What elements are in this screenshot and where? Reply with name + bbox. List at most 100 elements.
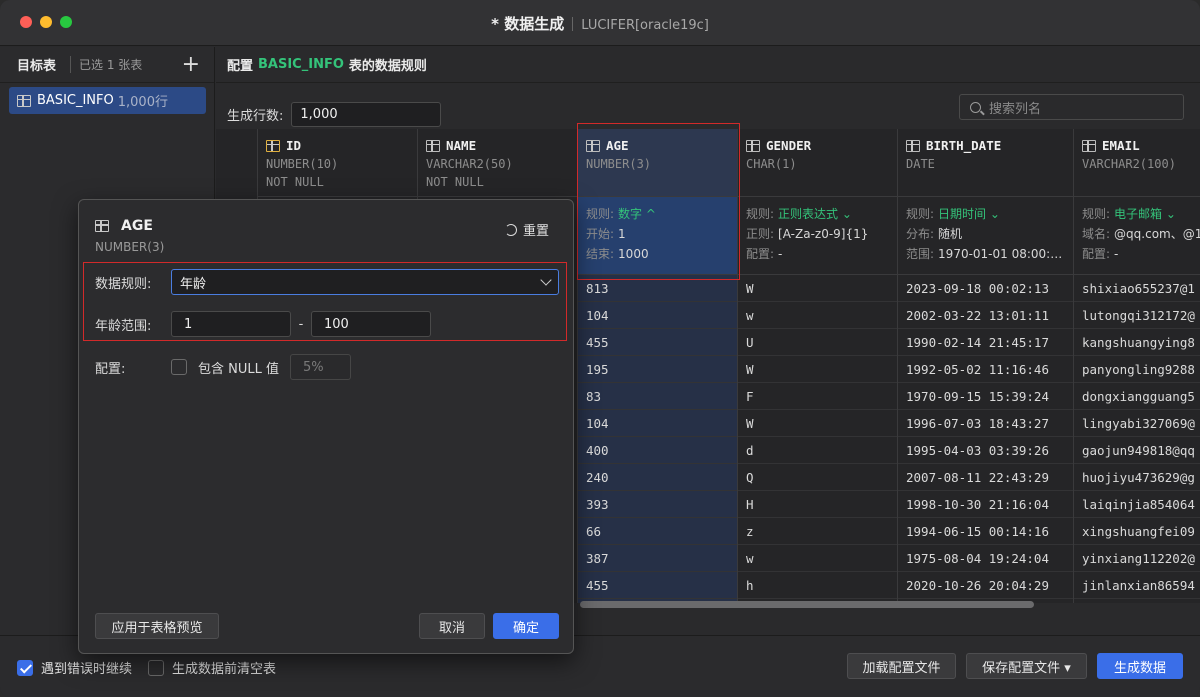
rule-value[interactable]: 数字 ^ <box>618 207 656 221</box>
table-cell: U <box>738 329 897 356</box>
rule-line: 正则: [A-Za-z0-9]{1} <box>746 224 889 244</box>
title-separator <box>572 17 574 31</box>
app-window: * 数据生成 LUCIFER[oracle19c] 目标表 已选 1 张表 + B… <box>0 0 1200 697</box>
include-null-checkbox[interactable] <box>171 359 187 375</box>
rule-line: 配置: - <box>1082 244 1200 264</box>
table-cell: huojiyu473629@g <box>1074 464 1200 491</box>
column-nullable: NOT NULL <box>426 175 484 189</box>
column-icon <box>586 139 600 152</box>
rule-key: 配置: <box>1082 247 1111 261</box>
table-cell: 104 <box>578 410 737 437</box>
column-type: VARCHAR2(100) <box>1082 157 1176 171</box>
rule-value: 1000 <box>618 247 649 261</box>
cancel-button[interactable]: 取消 <box>419 613 485 639</box>
rule-select-value: 年龄 <box>180 276 207 292</box>
window-title-text: * 数据生成 <box>491 15 565 33</box>
generate-data-button[interactable]: 生成数据 <box>1097 653 1183 679</box>
rule-line: 分布: 随机 <box>906 224 1065 244</box>
reset-button[interactable]: 重置 <box>504 220 549 239</box>
table-cell: Q <box>738 464 897 491</box>
rule-key: 分布: <box>906 227 935 241</box>
rule-key: 开始: <box>586 227 615 241</box>
range-from-input[interactable]: 1 <box>171 311 291 337</box>
column-type: NUMBER(10) <box>266 157 339 171</box>
column-icon <box>906 139 920 152</box>
row-count-setting: 生成行数: 1,000 <box>227 102 442 127</box>
rule-line: 配置: - <box>746 244 889 264</box>
rule-key: 正则: <box>746 227 775 241</box>
table-cell: F <box>738 383 897 410</box>
dialog-title: AGE <box>95 218 153 234</box>
column-icon <box>426 139 440 152</box>
rule-line: 结束: 1000 <box>586 244 729 264</box>
continue-on-error-option[interactable]: 遇到错误时继续 <box>17 658 132 677</box>
rule-line: 开始: 1 <box>586 224 729 244</box>
add-table-icon[interactable]: + <box>182 53 200 75</box>
continue-on-error-checkbox[interactable] <box>17 659 33 676</box>
table-icon <box>17 94 31 107</box>
column-name: BIRTH_DATE <box>926 138 1002 153</box>
rule-key: 规则: <box>586 207 615 221</box>
load-config-button[interactable]: 加载配置文件 <box>847 653 956 679</box>
table-cell: laiqinjia854064 <box>1074 491 1200 518</box>
column-rule-summary[interactable]: 规则: 数字 ^ 开始: 1 结束: 1000 <box>578 197 737 275</box>
column-email[interactable]: EMAIL VARCHAR2(100) 规则: 电子邮箱 ⌄ 域名: @qq.com、… <box>1074 129 1200 603</box>
column-type: NUMBER(3) <box>586 157 652 171</box>
column-header[interactable]: AGE NUMBER(3) <box>578 129 737 197</box>
range-label: 年龄范围: <box>95 318 152 334</box>
rule-key: 规则: <box>906 207 935 221</box>
config-header-prefix: 配置 <box>227 59 254 74</box>
table-cell: 1990-02-14 21:45:17 <box>898 329 1073 356</box>
column-gender[interactable]: GENDER CHAR(1) 规则: 正则表达式 ⌄ 正则: [A-Za-z0-9]{… <box>738 129 898 603</box>
column-birth-date[interactable]: BIRTH_DATE DATE 规则: 日期时间 ⌄ 分布: 随机 范围: 1970-01… <box>898 129 1074 603</box>
row-count-input[interactable]: 1,000 <box>291 102 442 127</box>
rule-value[interactable]: 电子邮箱 ⌄ <box>1114 207 1176 221</box>
column-nullable: NOT NULL <box>266 175 324 189</box>
column-rule-summary[interactable]: 规则: 日期时间 ⌄ 分布: 随机 范围: 1970-01-01 08:00:… <box>898 197 1073 275</box>
clear-before-checkbox[interactable] <box>148 659 164 676</box>
column-rule-summary[interactable]: 规则: 电子邮箱 ⌄ 域名: @qq.com、@1 配置: - <box>1074 197 1200 275</box>
table-cell: 240 <box>578 464 737 491</box>
table-cell: gaojun949818@qq <box>1074 437 1200 464</box>
null-percent-input[interactable]: 5% <box>290 354 351 380</box>
rule-select[interactable]: 年龄 <box>171 269 559 295</box>
range-separator: - <box>298 316 304 332</box>
config-label: 配置: <box>95 361 126 377</box>
table-cell: 104 <box>578 302 737 329</box>
confirm-button[interactable]: 确定 <box>493 613 559 639</box>
sidebar-title: 目标表 <box>17 59 57 74</box>
column-type: DATE <box>906 157 935 171</box>
column-header[interactable]: BIRTH_DATE DATE <box>898 129 1073 197</box>
horizontal-scrollbar[interactable] <box>580 601 1034 608</box>
table-cell: xingshuangfei09 <box>1074 518 1200 545</box>
rule-value[interactable]: 日期时间 ⌄ <box>938 207 1000 221</box>
sidebar-item-basic-info[interactable]: BASIC_INFO 1,000行 <box>9 87 206 114</box>
column-header[interactable]: ID NUMBER(10) NOT NULL <box>258 129 417 197</box>
clear-before-option[interactable]: 生成数据前清空表 <box>148 658 276 677</box>
reset-icon <box>504 223 517 236</box>
config-table-name: BASIC_INFO <box>258 57 344 72</box>
table-cell: 1970-09-15 15:39:24 <box>898 383 1073 410</box>
search-icon <box>970 101 981 113</box>
column-rule-summary[interactable]: 规则: 正则表达式 ⌄ 正则: [A-Za-z0-9]{1} 配置: - <box>738 197 897 275</box>
table-cell: 2007-08-11 22:43:29 <box>898 464 1073 491</box>
rule-line: 规则: 正则表达式 ⌄ <box>746 204 889 224</box>
rule-line: 规则: 日期时间 ⌄ <box>906 204 1065 224</box>
range-to-input[interactable]: 100 <box>311 311 431 337</box>
save-config-button[interactable]: 保存配置文件 ▾ <box>966 653 1087 679</box>
column-search-input[interactable]: 搜索列名 <box>959 94 1184 120</box>
column-age[interactable]: AGE NUMBER(3) 规则: 数字 ^ 开始: 1 结束: 1000 813 104 4… <box>578 129 738 603</box>
column-name: ID <box>286 138 302 153</box>
apply-to-preview-button[interactable]: 应用于表格预览 <box>95 613 219 639</box>
rule-value: [A-Za-z0-9]{1} <box>778 227 869 241</box>
table-cell: 400 <box>578 437 737 464</box>
column-header[interactable]: GENDER CHAR(1) <box>738 129 897 197</box>
rule-line: 规则: 电子邮箱 ⌄ <box>1082 204 1200 224</box>
config-header-suffix: 表的数据规则 <box>348 59 427 74</box>
table-cell: 455 <box>578 572 737 599</box>
column-header[interactable]: NAME VARCHAR2(50) NOT NULL <box>418 129 577 197</box>
rule-value: 随机 <box>938 227 963 241</box>
column-header[interactable]: EMAIL VARCHAR2(100) <box>1074 129 1200 197</box>
column-icon <box>1082 139 1096 152</box>
rule-value[interactable]: 正则表达式 ⌄ <box>778 207 852 221</box>
